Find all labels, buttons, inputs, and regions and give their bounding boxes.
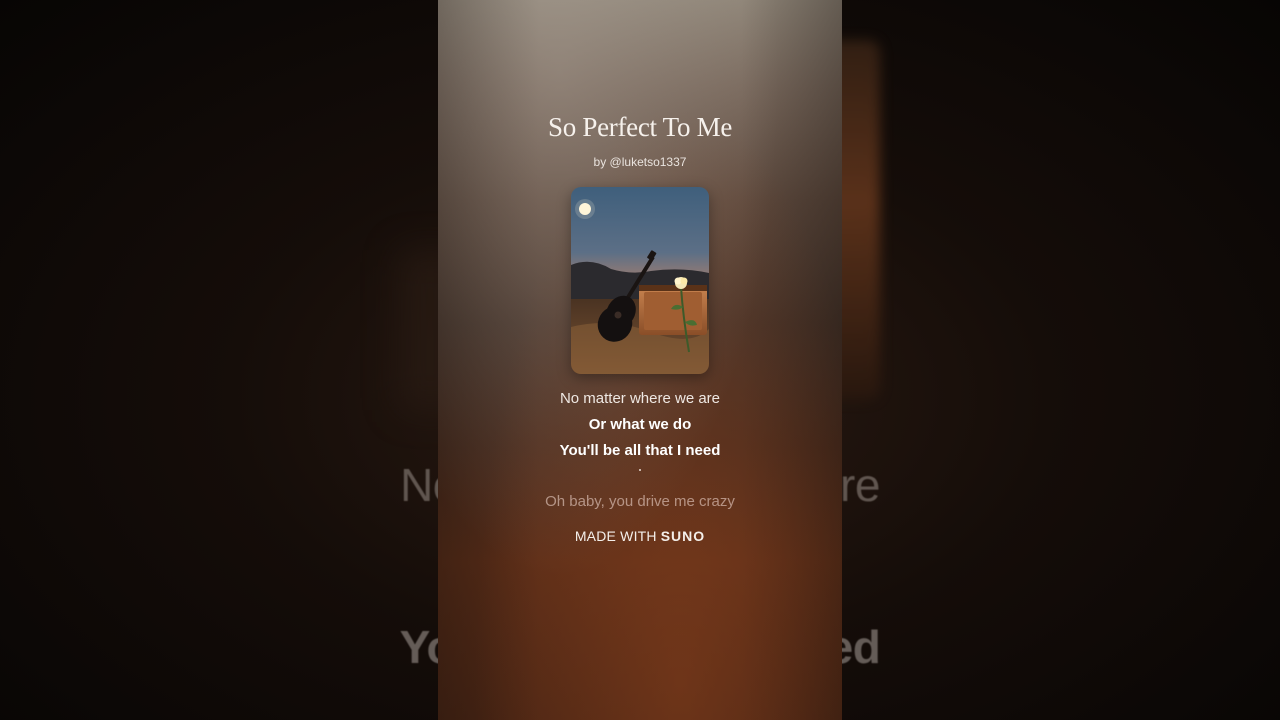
made-with-label: MADE WITH <box>574 528 657 544</box>
artist-byline[interactable]: by @luketso1337 <box>438 155 842 169</box>
lyric-progress-dot <box>639 469 641 471</box>
song-title: So Perfect To Me <box>547 112 733 142</box>
made-with-suno-badge[interactable]: MADE WITH SUNO <box>438 528 842 544</box>
lyric-current-line-1: Or what we do <box>588 416 692 433</box>
portrait-video-frame[interactable]: So Perfect To Me by @luketso1337 No matt… <box>438 0 842 720</box>
album-cover-image <box>571 187 709 374</box>
moon-icon <box>575 199 595 219</box>
lyric-previous-line: No matter where we are <box>559 390 721 407</box>
video-stage: No matter where we are You'll be all tha… <box>0 0 1280 720</box>
suno-brand-logo: SUNO <box>660 528 706 544</box>
lyric-current-line-2: You'll be all that I need <box>559 442 721 459</box>
lyric-next-line: Oh baby, you drive me crazy <box>545 493 735 510</box>
amplifier-icon <box>639 285 707 335</box>
